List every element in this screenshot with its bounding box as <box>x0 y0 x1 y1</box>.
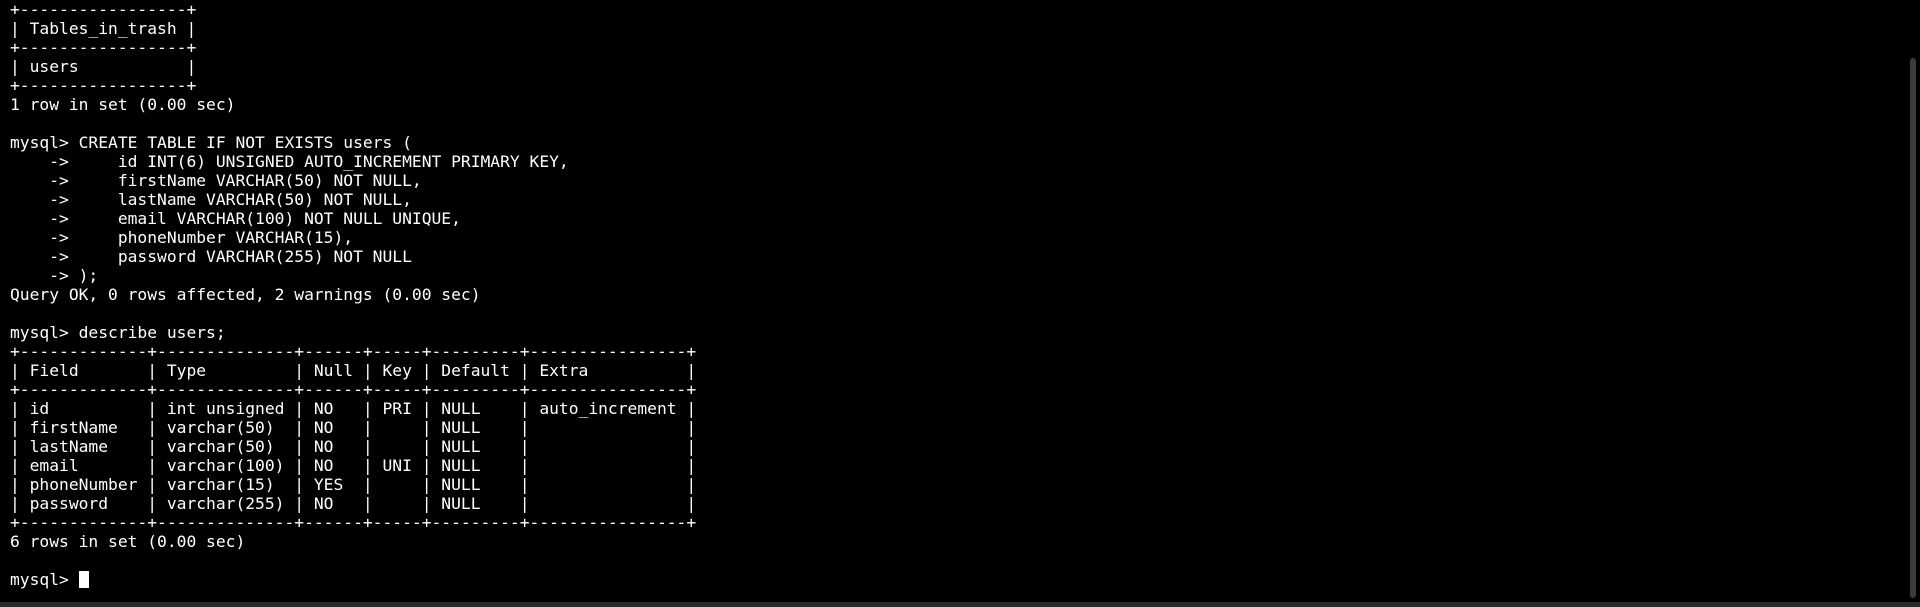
window-bottom-border <box>0 602 1920 607</box>
prompt-line[interactable]: mysql> <box>10 570 696 589</box>
output-line: -> firstName VARCHAR(50) NOT NULL, <box>10 171 422 190</box>
terminal-output: +-----------------+ | Tables_in_trash | +-… <box>10 0 696 589</box>
output-line: +-------------+--------------+------+---… <box>10 380 697 399</box>
output-line: -> email VARCHAR(100) NOT NULL UNIQUE, <box>10 209 461 228</box>
output-lines: +-----------------+ | Tables_in_trash | +-… <box>10 0 696 570</box>
output-line: | Field | Type | Null | Key | Default | … <box>10 361 697 380</box>
output-line: -> password VARCHAR(255) NOT NULL <box>10 247 412 266</box>
output-line: 6 rows in set (0.00 sec) <box>10 532 246 551</box>
output-line: Query OK, 0 rows affected, 2 warnings (0… <box>10 285 481 304</box>
scrollbar-track[interactable] <box>1906 0 1920 607</box>
output-line: mysql> describe users; <box>10 323 226 342</box>
output-line: | users | <box>10 57 197 76</box>
prompt-label: mysql> <box>10 570 79 589</box>
output-line: | email | varchar(100) | NO | UNI | NULL… <box>10 456 697 475</box>
output-line: +-------------+--------------+------+---… <box>10 342 697 361</box>
output-line: -> ); <box>10 266 99 285</box>
output-line: -> phoneNumber VARCHAR(15), <box>10 228 354 247</box>
output-line: -> id INT(6) UNSIGNED AUTO_INCREMENT PRI… <box>10 152 569 171</box>
text-cursor <box>78 571 89 588</box>
output-line: +-----------------+ <box>10 76 197 95</box>
output-line: +-----------------+ <box>10 0 197 19</box>
output-line: | firstName | varchar(50) | NO | | NULL … <box>10 418 697 437</box>
output-line: +-----------------+ <box>10 38 197 57</box>
output-line: | id | int unsigned | NO | PRI | NULL | … <box>10 399 697 418</box>
output-line: mysql> CREATE TABLE IF NOT EXISTS users … <box>10 133 412 152</box>
output-line: -> lastName VARCHAR(50) NOT NULL, <box>10 190 412 209</box>
output-line: | Tables_in_trash | <box>10 19 197 38</box>
output-line: +-------------+--------------+------+---… <box>10 513 697 532</box>
output-line: | phoneNumber | varchar(15) | YES | | NU… <box>10 475 697 494</box>
output-line: | lastName | varchar(50) | NO | | NULL |… <box>10 437 697 456</box>
scrollbar-thumb[interactable] <box>1910 58 1916 598</box>
terminal-window[interactable]: +-----------------+ | Tables_in_trash | +-… <box>0 0 1920 607</box>
output-line: | password | varchar(255) | NO | | NULL … <box>10 494 697 513</box>
output-line: 1 row in set (0.00 sec) <box>10 95 236 114</box>
